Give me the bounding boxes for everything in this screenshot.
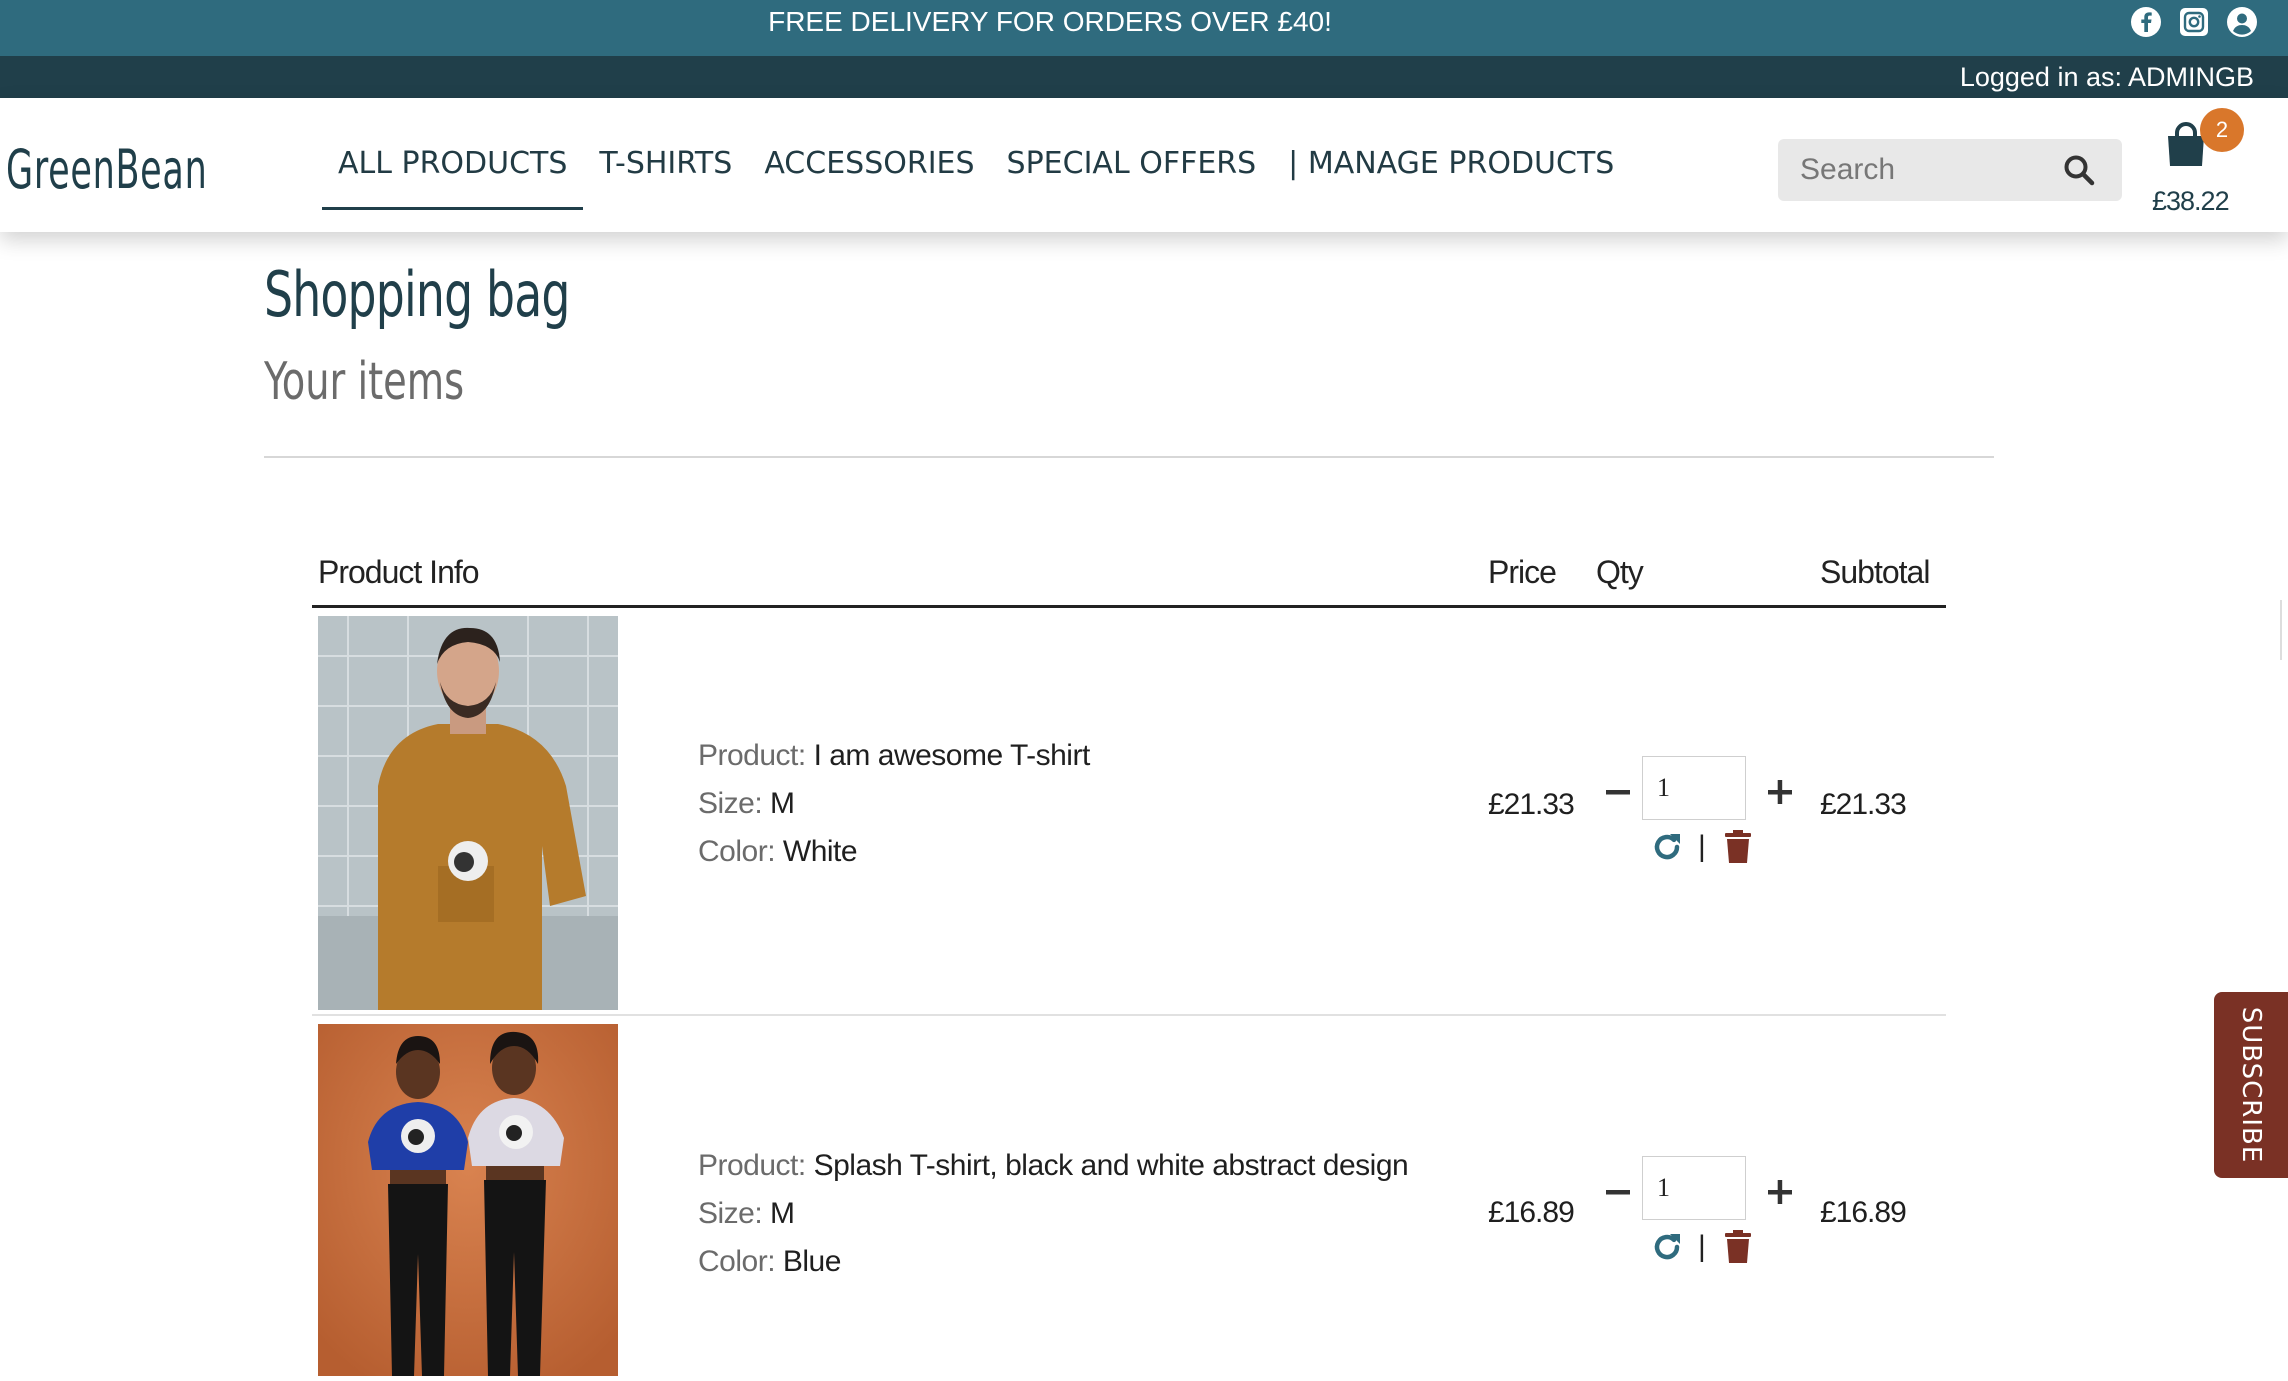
promo-banner: FREE DELIVERY FOR ORDERS OVER £40!: [0, 0, 2288, 56]
bag-count-badge: 2: [2200, 108, 2244, 152]
quantity-stepper: |: [1604, 756, 1792, 866]
product-name: Splash T-shirt, black and white abstract…: [813, 1149, 1409, 1182]
quantity-input[interactable]: [1642, 756, 1746, 820]
size-label: Size:: [698, 787, 763, 820]
product-color: Blue: [782, 1245, 842, 1278]
action-separator: |: [1698, 1230, 1706, 1263]
site-logo[interactable]: GreenBean: [6, 138, 207, 201]
trash-icon[interactable]: [1724, 1230, 1752, 1264]
header-product-info: Product Info: [318, 554, 480, 590]
subscribe-tab[interactable]: SUBSCRIBE: [2214, 992, 2288, 1178]
trash-icon[interactable]: [1724, 830, 1752, 864]
nav-manage-products[interactable]: | MANAGE PRODUCTS: [1272, 144, 1630, 210]
item-subtotal: £16.89: [1820, 1196, 1907, 1229]
scrollbar-edge: [2280, 600, 2282, 660]
nav-t-shirts[interactable]: T-SHIRTS: [583, 144, 748, 210]
product-details: Product: I am awesome T-shirt Size: M Co…: [698, 732, 1090, 876]
shopping-bag-link[interactable]: 2 £38.22: [2152, 108, 2254, 220]
product-image: [318, 1024, 618, 1381]
increment-qty-button[interactable]: [1766, 1178, 1794, 1206]
logged-in-text: Logged in as: ADMINGB: [1959, 62, 2254, 92]
product-size: M: [770, 787, 795, 820]
promo-text: FREE DELIVERY FOR ORDERS OVER £40!: [768, 6, 1332, 37]
decrement-qty-button[interactable]: [1604, 778, 1632, 806]
nav-special-offers[interactable]: SPECIAL OFFERS: [991, 144, 1273, 210]
increment-qty-button[interactable]: [1766, 778, 1794, 806]
item-price: £16.89: [1488, 1196, 1575, 1229]
product-details: Product: Splash T-shirt, black and white…: [698, 1142, 1409, 1286]
header-subtotal: Subtotal: [1820, 554, 1930, 590]
heading-divider: [264, 456, 1994, 458]
table-row: Product: I am awesome T-shirt Size: M Co…: [312, 608, 1946, 1016]
product-label: Product:: [698, 739, 806, 772]
search-box: [1778, 139, 2122, 201]
header-qty: Qty: [1596, 554, 1644, 590]
product-name: I am awesome T-shirt: [813, 739, 1091, 772]
color-label: Color:: [698, 1245, 776, 1278]
product-image: [318, 616, 618, 1015]
subscribe-label: SUBSCRIBE: [2236, 1006, 2266, 1164]
size-label: Size:: [698, 1197, 763, 1230]
table-row: Product: Splash T-shirt, black and white…: [312, 1016, 1946, 1376]
page-title: Shopping bag: [264, 258, 570, 331]
item-price: £21.33: [1488, 788, 1575, 821]
nav-links: ALL PRODUCTS T-SHIRTS ACCESSORIES SPECIA…: [322, 144, 1630, 210]
bag-total: £38.22: [2152, 186, 2230, 216]
product-label: Product:: [698, 1149, 806, 1182]
product-color: White: [782, 835, 858, 868]
login-bar: Logged in as: ADMINGB: [0, 56, 2288, 98]
header-price: Price: [1488, 554, 1557, 590]
update-icon[interactable]: [1650, 830, 1684, 864]
nav-all-products[interactable]: ALL PRODUCTS: [322, 144, 584, 210]
quantity-stepper: |: [1604, 1156, 1792, 1266]
action-separator: |: [1698, 830, 1706, 863]
color-label: Color:: [698, 835, 776, 868]
bag-table-header: Product Info Price Qty Subtotal: [312, 554, 1946, 608]
product-size: M: [770, 1197, 795, 1230]
user-account-icon[interactable]: [2226, 6, 2258, 38]
search-icon[interactable]: [2062, 153, 2096, 187]
nav-accessories[interactable]: ACCESSORIES: [748, 144, 990, 210]
quantity-input[interactable]: [1642, 1156, 1746, 1220]
decrement-qty-button[interactable]: [1604, 1178, 1632, 1206]
page-subtitle: Your items: [264, 352, 465, 412]
main-navbar: GreenBean ALL PRODUCTS T-SHIRTS ACCESSOR…: [0, 98, 2288, 232]
item-subtotal: £21.33: [1820, 788, 1907, 821]
instagram-icon[interactable]: [2178, 6, 2210, 38]
update-icon[interactable]: [1650, 1230, 1684, 1264]
search-input[interactable]: [1800, 139, 2050, 201]
facebook-icon[interactable]: [2130, 6, 2162, 38]
